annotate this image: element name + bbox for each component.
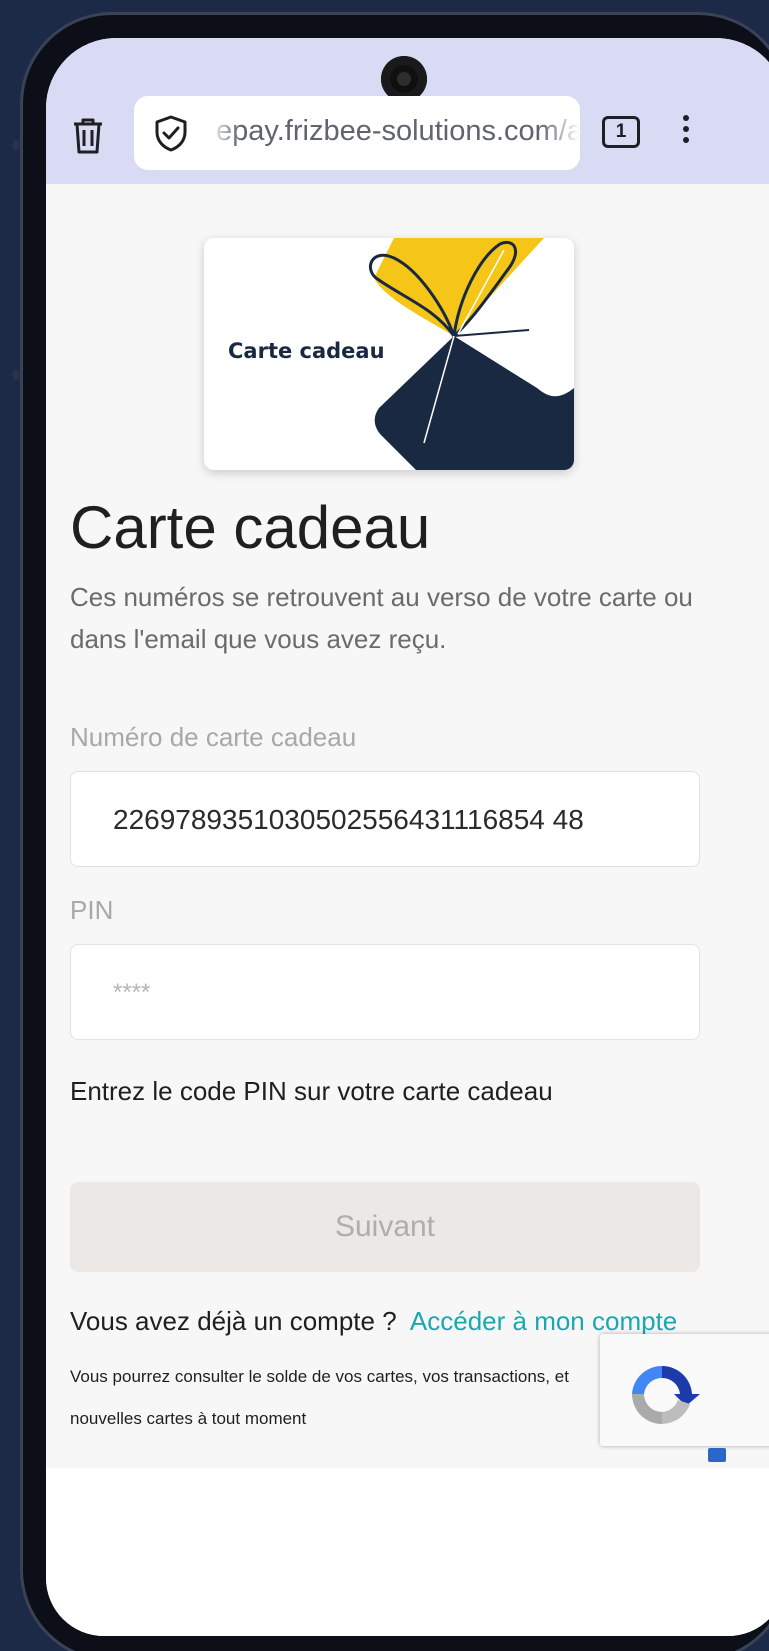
account-question-text: Vous avez déjà un compte ? [70, 1306, 397, 1336]
shield-check-icon[interactable] [152, 114, 190, 152]
card-number-input[interactable]: 2269789351030502556431116854 48 [70, 771, 700, 867]
pin-label: PIN [70, 895, 114, 925]
browser-toolbar: epay.frizbee-solutions.com/a 1 [46, 38, 769, 184]
pin-help-text: Entrez le code PIN sur votre carte cadea… [70, 1076, 553, 1106]
gift-card-label: Carte cadeau [228, 339, 385, 363]
phone-side-button [13, 370, 19, 380]
recaptcha-badge[interactable] [600, 1334, 769, 1446]
address-bar[interactable]: epay.frizbee-solutions.com/a [134, 96, 580, 170]
recaptcha-icon [632, 1365, 700, 1424]
url-fade [540, 96, 580, 170]
page-description: Ces numéros se retrouvent au verso de vo… [70, 582, 693, 654]
gift-card-image: Carte cadeau [204, 238, 574, 470]
briefcase-icon [708, 1448, 726, 1462]
page-title: Carte cadeau [70, 494, 431, 561]
tab-switcher-button[interactable]: 1 [602, 116, 640, 148]
card-number-label: Numéro de carte cadeau [70, 722, 357, 752]
next-button[interactable]: Suivant [70, 1182, 700, 1272]
access-account-link[interactable]: Accéder à mon compte [410, 1306, 677, 1336]
url-text[interactable]: epay.frizbee-solutions.com/a [216, 115, 580, 148]
more-options-icon[interactable] [674, 110, 698, 154]
phone-side-button [13, 140, 19, 150]
bottom-area [46, 1468, 769, 1636]
trash-icon[interactable] [70, 116, 106, 156]
url-fade [210, 96, 240, 170]
pin-input[interactable]: **** [70, 944, 700, 1040]
account-question: Vous avez déjà un compte ? Accéder à mon… [70, 1306, 677, 1337]
account-info-text: Vous pourrez consulter le solde de vos c… [70, 1367, 569, 1428]
phone-screen: epay.frizbee-solutions.com/a 1 Carte cad… [46, 38, 769, 1636]
